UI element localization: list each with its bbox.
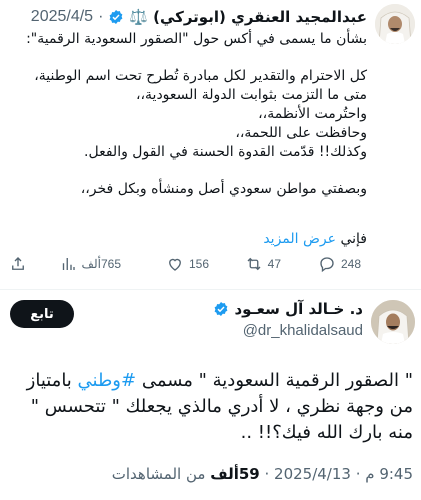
reply-button[interactable]: 248 — [318, 255, 361, 273]
show-more-prefix: فإني — [340, 231, 367, 247]
views-button[interactable]: 765ألف — [59, 255, 121, 273]
tweet-line: متى ما التزمت بثوابت الدولة السعودية،، — [136, 87, 367, 103]
tweet-line: واحتُرمت الأنظمة،، — [258, 106, 367, 122]
verified-badge-icon — [110, 10, 123, 24]
like-icon — [169, 258, 181, 271]
reply-icon — [320, 257, 334, 273]
reply-views-label: من المشاهدات — [111, 465, 211, 483]
hashtag-link[interactable]: #وطني — [78, 370, 137, 391]
like-button[interactable]: 156 — [166, 255, 209, 273]
tweet-text: بشأن ما يسمى في أكس حول "الصقور السعودية… — [5, 30, 367, 199]
show-more: فإني عرض المزيد — [263, 231, 367, 247]
tweet-separator: · — [98, 8, 104, 25]
tweet-line: وكذلك!! قدّمت القدوة الحسنة في القول وال… — [84, 144, 367, 160]
reply-views-count: 59ألف — [210, 465, 260, 483]
reply-text-part1: " الصقور الرقمية السعودية " مسمى — [136, 370, 413, 391]
reply-author-name[interactable]: د. خـالد آل سعـود — [234, 300, 363, 318]
repost-icon — [247, 257, 261, 271]
reply-count: 248 — [340, 257, 361, 271]
reply-tweet-header: د. خـالد آل سعـود — [213, 300, 363, 318]
repost-button[interactable]: 47 — [245, 255, 281, 273]
show-more-link[interactable]: عرض المزيد — [263, 231, 336, 247]
tweet-actions: 248 47 156 765ألف — [0, 255, 421, 277]
reply-tweet-paragraph: " الصقور الرقمية السعودية " مسمى #وطني ب… — [8, 368, 413, 446]
tweet-line: بشأن ما يسمى في أكس حول "الصقور السعودية… — [26, 31, 367, 47]
reply-author-avatar[interactable] — [371, 300, 415, 344]
tweet-line: وحافظت على اللحمة،، — [235, 125, 367, 141]
author-avatar[interactable] — [375, 4, 415, 44]
views-count: 765ألف — [81, 257, 121, 271]
share-icon — [12, 257, 24, 270]
reply-tweet-meta: 9:45 م · 2025/4/13 · 59ألف من المشاهدات — [8, 465, 413, 483]
tweet-line: كل الاحترام والتقدير لكل مبادرة تُطرح تح… — [34, 68, 367, 84]
share-button[interactable] — [9, 255, 27, 273]
follow-button[interactable]: تابع — [10, 300, 74, 328]
quoted-tweet[interactable]: عبدالمجيد العنقري (ابوتركي) ⚖️ · 2025/4/… — [0, 0, 421, 286]
scales-icon: ⚖️ — [129, 8, 149, 26]
tweet-header: عبدالمجيد العنقري (ابوتركي) ⚖️ · 2025/4/… — [4, 6, 367, 28]
tweet-date[interactable]: 2025/4/5 — [31, 8, 93, 26]
verified-badge-icon — [215, 302, 228, 316]
tweet-line: وبصفتي مواطن سعودي أصل ومنشأه وبكل فخر،، — [80, 181, 367, 197]
tweet-divider — [0, 289, 421, 290]
views-icon — [62, 258, 75, 270]
reply-tweet-timestamp[interactable]: 9:45 م · 2025/4/13 · — [260, 465, 413, 483]
like-count: 156 — [188, 257, 209, 271]
reply-author-handle[interactable]: @dr_khalidalsaud — [243, 322, 363, 339]
repost-count: 47 — [267, 257, 281, 271]
reply-tweet-text: " الصقور الرقمية السعودية " مسمى #وطني ب… — [8, 368, 413, 446]
author-name[interactable]: عبدالمجيد العنقري (ابوتركي) — [153, 8, 367, 26]
